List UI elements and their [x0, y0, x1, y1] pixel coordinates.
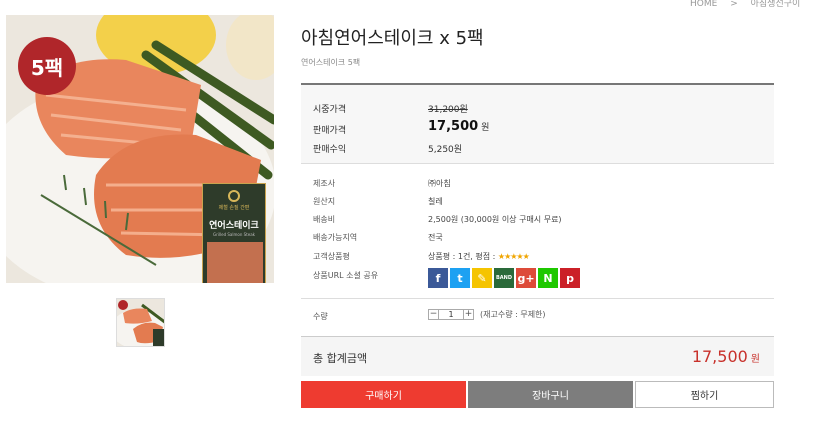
region-value: 전국	[428, 233, 443, 242]
region-label: 배송가능지역	[313, 233, 358, 242]
maker-label: 제조사	[313, 179, 336, 188]
stock-text: (재고수량 : 무제한)	[480, 310, 546, 319]
package-tagline: 제철 손질 간편	[218, 205, 250, 211]
package-name: 연어스테이크	[209, 221, 259, 231]
maker-value: ㈜아침	[428, 179, 451, 188]
product-thumbnail[interactable]	[116, 298, 165, 347]
divider	[301, 298, 774, 299]
product-title: 아침연어스테이크 x 5팩	[301, 28, 484, 49]
googleplus-icon[interactable]: g+	[516, 268, 536, 288]
social-share-icons: f t ✎ BAND g+ Np	[428, 268, 580, 288]
profit-value: 5,250원	[428, 145, 463, 155]
shipping-label: 배송비	[313, 215, 336, 224]
sale-price-label: 판매가격	[313, 126, 347, 136]
sale-price: 17,500 원	[428, 119, 489, 134]
quantity-increase-button[interactable]: +	[463, 309, 474, 320]
total-label: 총 합계금액	[313, 352, 368, 365]
pack-count-badge: 5팩	[18, 37, 76, 95]
quantity-input[interactable]: 1	[439, 309, 463, 320]
origin-label: 원산지	[313, 197, 336, 206]
sale-price-unit: 원	[481, 123, 490, 133]
quantity-label: 수량	[313, 312, 328, 321]
review-summary: 상품평 : 1건, 평점 : ★★★★★	[428, 251, 530, 262]
total-price: 17,500 원	[692, 347, 760, 366]
brand-logo-icon	[228, 190, 240, 202]
review-value: 상품평 : 1건, 평점 :	[428, 252, 498, 261]
twitter-icon[interactable]: t	[450, 268, 470, 288]
breadcrumb-separator: >	[730, 0, 738, 9]
product-package: 제철 손질 간편 연어스테이크 Grilled Salmon Steak	[202, 183, 266, 283]
sale-price-value: 17,500	[428, 119, 479, 134]
cart-button[interactable]: 장바구니	[468, 381, 633, 408]
product-subtitle: 연어스테이크 5팩	[301, 58, 361, 67]
total-value: 17,500	[691, 347, 748, 366]
kakaostory-icon[interactable]: ✎	[472, 268, 492, 288]
buy-button[interactable]: 구매하기	[301, 381, 466, 408]
review-label: 고객상품평	[313, 252, 350, 261]
total-box: 총 합계금액 17,500 원	[301, 336, 774, 376]
shipping-value: 2,500원 (30,000원 이상 구매시 무료)	[428, 215, 562, 224]
breadcrumb-current[interactable]: 아침생선구이	[751, 0, 801, 9]
share-label: 상품URL 소셜 공유	[313, 271, 379, 280]
naver-icon[interactable]: N	[538, 268, 558, 288]
price-box: 시중가격 31,200원 판매가격 17,500 원 판매수익 5,250원	[301, 83, 774, 164]
package-window	[207, 242, 263, 283]
facebook-icon[interactable]: f	[428, 268, 448, 288]
quantity-stepper: − 1 + (재고수량 : 무제한)	[428, 309, 546, 320]
quantity-decrease-button[interactable]: −	[428, 309, 439, 320]
band-icon[interactable]: BAND	[494, 268, 514, 288]
profit-label: 판매수익	[313, 145, 347, 155]
origin-value: 칠레	[428, 197, 443, 206]
total-unit: 원	[750, 354, 760, 365]
package-subtitle: Grilled Salmon Steak	[213, 232, 255, 237]
market-price-label: 시중가격	[313, 105, 347, 115]
product-main-image: 5팩 제철 손질 간편 연어스테이크 Grilled Salmon Steak	[6, 15, 274, 283]
market-price-value: 31,200원	[428, 105, 468, 115]
thumbnail-image	[117, 299, 164, 346]
pinterest-icon[interactable]: p	[560, 268, 580, 288]
breadcrumb-home[interactable]: HOME	[690, 0, 717, 9]
breadcrumb: HOME > 아침생선구이	[690, 0, 810, 9]
rating-stars-icon: ★★★★★	[497, 252, 530, 261]
wishlist-button[interactable]: 찜하기	[635, 381, 774, 408]
